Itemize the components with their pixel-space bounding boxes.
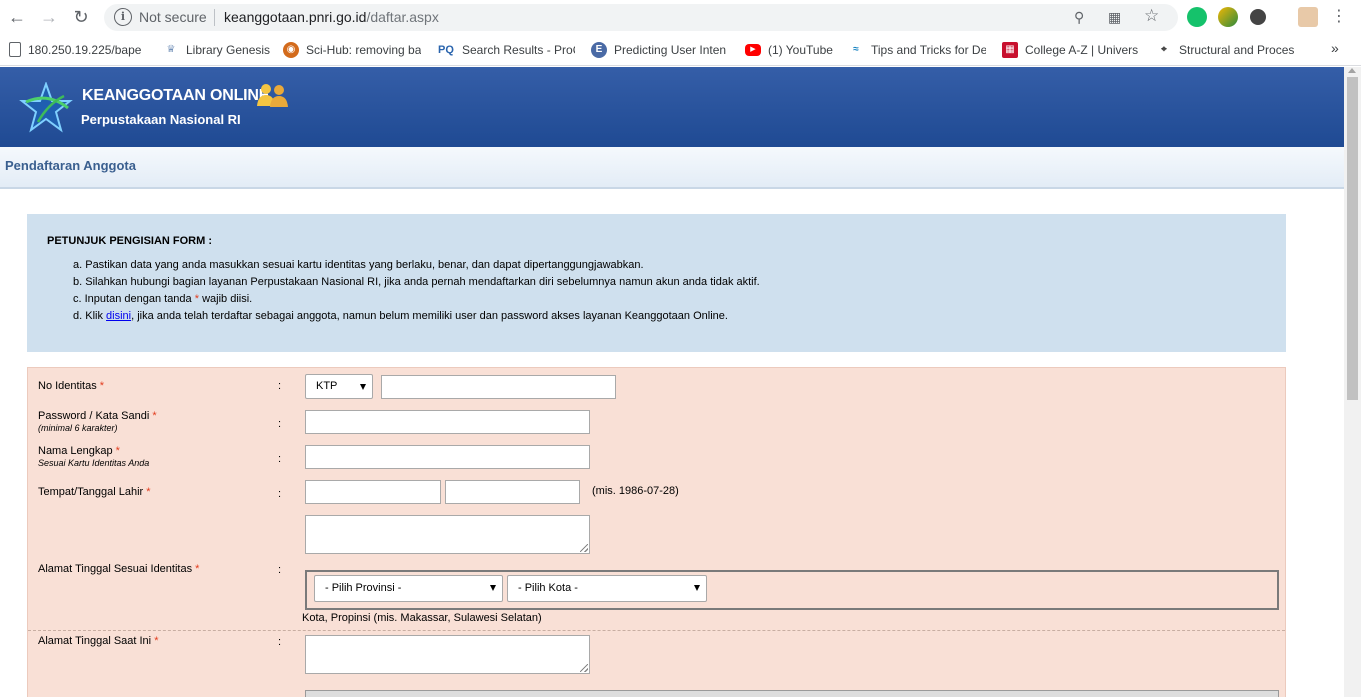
library-genesis-icon: ♕ xyxy=(166,44,176,55)
info-icon[interactable]: i xyxy=(114,8,132,26)
birthplace-input[interactable] xyxy=(305,480,441,504)
colon: : xyxy=(278,488,282,500)
site-banner: KEANGGOTAAN ONLINE Perpustakaan Nasional… xyxy=(0,67,1344,147)
instructions-title: PETUNJUK PENGISIAN FORM : xyxy=(47,235,213,247)
next-field-box xyxy=(305,690,1279,697)
bookmark-item[interactable]: ⌖ Structural and Proces xyxy=(1156,42,1294,60)
structural-icon: ⌖ xyxy=(1161,44,1167,55)
ttl-label: Tempat/Tanggal Lahir * xyxy=(38,486,151,498)
scrollbar-thumb[interactable] xyxy=(1347,77,1358,400)
page-icon xyxy=(9,42,21,58)
bookmark-item[interactable]: ▦ College A-Z | Univers xyxy=(1002,42,1139,60)
colon: : xyxy=(278,418,282,430)
wifi-icon: ≈ xyxy=(853,44,859,55)
bookmark-item[interactable]: ▶ (1) YouTube xyxy=(745,42,835,60)
pnri-star-logo-icon xyxy=(19,82,73,133)
youtube-icon: ▶ xyxy=(745,43,761,56)
page-content: KEANGGOTAAN ONLINE Perpustakaan Nasional… xyxy=(0,67,1344,697)
date-example-text: (mis. 1986-07-28) xyxy=(592,485,679,497)
page-title: Pendaftaran Anggota xyxy=(5,158,136,173)
identity-number-input[interactable] xyxy=(381,375,616,399)
current-address-textarea[interactable] xyxy=(305,635,590,674)
omnibox-divider xyxy=(214,9,215,26)
no-identitas-label: No Identitas * xyxy=(38,380,105,392)
birthdate-input[interactable] xyxy=(445,480,580,504)
nama-label: Nama Lengkap * Sesuai Kartu Identitas And… xyxy=(38,445,150,468)
bookmark-item[interactable]: ◉ Sci-Hub: removing ba xyxy=(283,42,421,60)
banner-title: KEANGGOTAAN ONLINE xyxy=(82,87,270,104)
star-bookmark-icon[interactable]: ☆ xyxy=(1144,6,1159,26)
colon: : xyxy=(278,380,282,392)
colon: : xyxy=(278,564,282,576)
password-input[interactable] xyxy=(305,410,590,434)
translate-icon[interactable]: ▦ xyxy=(1108,9,1121,26)
more-bookmarks-icon[interactable]: » xyxy=(1331,40,1345,58)
scihub-icon: ◉ xyxy=(283,42,299,58)
browser-toolbar: ← → ↻ i Not secure keanggotaan.pnri.go.i… xyxy=(0,0,1361,35)
extension-globe-icon[interactable] xyxy=(1218,7,1238,27)
predicting-icon: E xyxy=(591,42,607,58)
identity-address-textarea[interactable] xyxy=(305,515,590,554)
chevron-down-icon xyxy=(694,585,700,591)
profile-avatar[interactable] xyxy=(1298,7,1318,27)
section-divider xyxy=(28,630,1285,631)
back-arrow-icon[interactable]: ← xyxy=(6,6,28,28)
bookmarks-bar: 180.250.19.225/bape ♕ Library Genesis ◉ Sc… xyxy=(0,35,1361,66)
instruction-item: a. Pastikan data yang anda masukkan sesu… xyxy=(73,259,644,271)
instructions-list: a. Pastikan data yang anda masukkan sesu… xyxy=(73,257,760,325)
instruction-item: b. Silahkan hubungi bagian layanan Perpu… xyxy=(73,276,760,288)
bookmark-item[interactable]: 180.250.19.225/bape xyxy=(9,42,144,60)
instructions-panel: PETUNJUK PENGISIAN FORM : a. Pastikan da… xyxy=(27,214,1286,352)
page-header: Pendaftaran Anggota xyxy=(0,147,1344,189)
grammarly-icon[interactable] xyxy=(1187,7,1207,27)
resize-grip-icon[interactable] xyxy=(580,664,588,672)
chevron-down-icon xyxy=(360,384,366,390)
vertical-scrollbar[interactable] xyxy=(1344,67,1361,697)
resize-grip-icon[interactable] xyxy=(580,544,588,552)
full-name-input[interactable] xyxy=(305,445,590,469)
security-label[interactable]: Not secure xyxy=(139,9,207,25)
instruction-item: d. Klik disini, jika anda telah terdafta… xyxy=(73,310,728,322)
bookmark-item[interactable]: PQ Search Results - ProQ xyxy=(437,42,575,60)
extension-dots-icon[interactable] xyxy=(1250,9,1266,25)
bookmark-item[interactable]: ≈ Tips and Tricks for De xyxy=(848,42,986,60)
city-select[interactable]: - Pilih Kota - xyxy=(507,575,707,602)
members-icon xyxy=(257,84,288,107)
menu-kebab-icon[interactable]: ⋮ xyxy=(1328,6,1350,28)
instruction-item: c. Inputan dengan tanda * wajib diisi. xyxy=(73,293,253,305)
identity-type-select[interactable]: KTP xyxy=(305,374,373,399)
bookmark-item[interactable]: ♕ Library Genesis xyxy=(163,42,271,60)
region-select-group: - Pilih Provinsi - - Pilih Kota - xyxy=(305,570,1279,610)
address-example-text: Kota, Propinsi (mis. Makassar, Sulawesi … xyxy=(302,612,542,624)
college-icon: ▦ xyxy=(1002,42,1018,58)
key-icon[interactable]: ⚲ xyxy=(1074,9,1084,26)
proquest-icon: PQ xyxy=(438,44,454,56)
province-select[interactable]: - Pilih Provinsi - xyxy=(314,575,503,602)
colon: : xyxy=(278,453,282,465)
password-label: Password / Kata Sandi * (minimal 6 karakt… xyxy=(38,410,157,433)
url-text[interactable]: keanggotaan.pnri.go.id/daftar.aspx xyxy=(224,9,439,25)
address-bar[interactable]: i Not secure keanggotaan.pnri.go.id/daft… xyxy=(104,4,1178,31)
scroll-up-arrow-icon[interactable] xyxy=(1348,68,1356,73)
forward-arrow-icon[interactable]: → xyxy=(38,6,60,28)
alamat-saat-ini-label: Alamat Tinggal Saat Ini * xyxy=(38,635,159,647)
register-link[interactable]: disini xyxy=(106,310,131,322)
alamat-identitas-label: Alamat Tinggal Sesuai Identitas * xyxy=(38,563,200,575)
reload-icon[interactable]: ↻ xyxy=(70,6,92,28)
colon: : xyxy=(278,636,282,648)
banner-subtitle: Perpustakaan Nasional RI xyxy=(81,112,241,127)
registration-form: No Identitas * : KTP Password / Kata San… xyxy=(27,367,1286,697)
chevron-down-icon xyxy=(490,585,496,591)
bookmark-item[interactable]: E Predicting User Inten xyxy=(591,42,727,60)
